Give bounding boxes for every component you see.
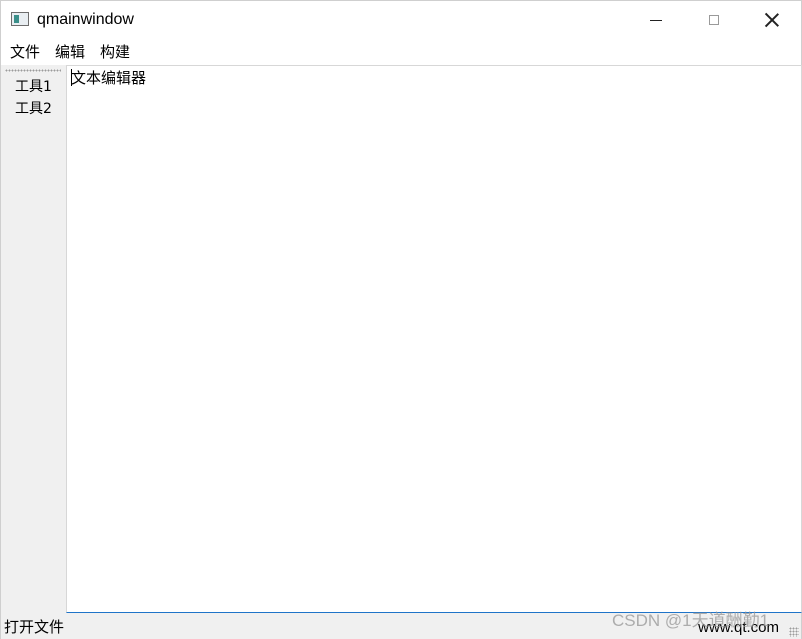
title-bar[interactable]: qmainwindow [1,1,801,39]
main-window: qmainwindow 文件 编辑 构建 工具1 工具2 文本编辑器 打开文件 … [0,0,802,639]
text-editor[interactable]: 文本编辑器 [66,65,802,613]
menu-bar: 文件 编辑 构建 [1,39,801,65]
maximize-icon [709,15,719,25]
toolbar-drag-handle[interactable] [5,69,61,72]
size-grip[interactable] [789,627,799,637]
menu-build[interactable]: 构建 [91,43,138,61]
status-permanent-label: www.qt.com [698,619,779,636]
close-icon [765,13,779,27]
text-caret [71,69,72,86]
toolbar-button-tool1[interactable]: 工具1 [15,78,52,96]
toolbar-button-tool2[interactable]: 工具2 [15,100,52,118]
close-button[interactable] [743,1,801,39]
status-message: 打开文件 [4,618,65,636]
menu-file[interactable]: 文件 [1,43,48,61]
minimize-icon [650,19,662,21]
status-bar: 打开文件 www.qt.com [1,613,801,639]
menu-edit[interactable]: 编辑 [46,43,93,61]
maximize-button[interactable] [685,1,743,39]
app-icon [11,12,29,26]
editor-content: 文本编辑器 [71,69,147,87]
minimize-button[interactable] [627,1,685,39]
left-toolbar: 工具1 工具2 [1,65,66,613]
window-title: qmainwindow [37,11,134,28]
